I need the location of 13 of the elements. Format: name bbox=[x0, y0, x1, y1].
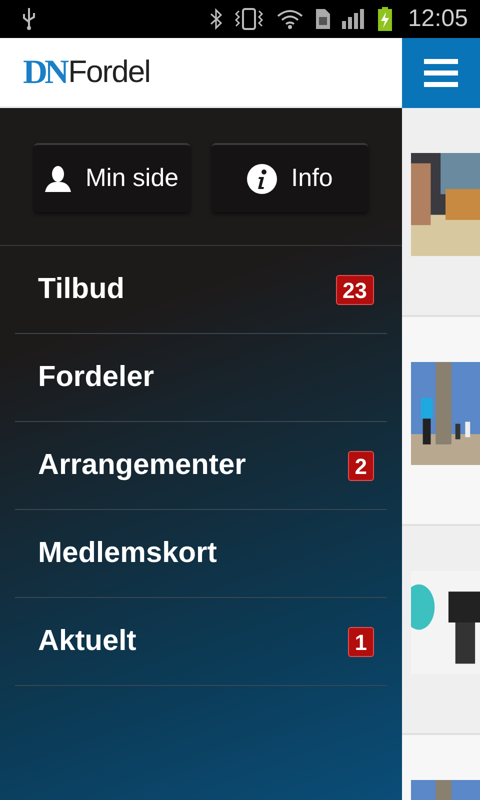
logo-mark: DN bbox=[23, 52, 66, 92]
profile-button[interactable]: Min side bbox=[34, 143, 190, 212]
menu-item[interactable]: Aktuelt 1 bbox=[15, 598, 387, 686]
menu-item[interactable]: Medlemskort bbox=[15, 510, 387, 598]
info-button[interactable]: Info bbox=[212, 143, 368, 212]
count-badge: 2 bbox=[348, 450, 374, 480]
clock-time: 12:05 bbox=[408, 4, 468, 34]
menu-item[interactable]: Arrangementer 2 bbox=[15, 422, 387, 510]
count-badge: 23 bbox=[336, 274, 374, 304]
count-badge: 1 bbox=[348, 626, 374, 656]
logo-text: Fordel bbox=[68, 52, 150, 91]
menu-item[interactable]: Tilbud 23 bbox=[15, 246, 387, 334]
menu-item[interactable]: Fordeler bbox=[15, 334, 387, 422]
